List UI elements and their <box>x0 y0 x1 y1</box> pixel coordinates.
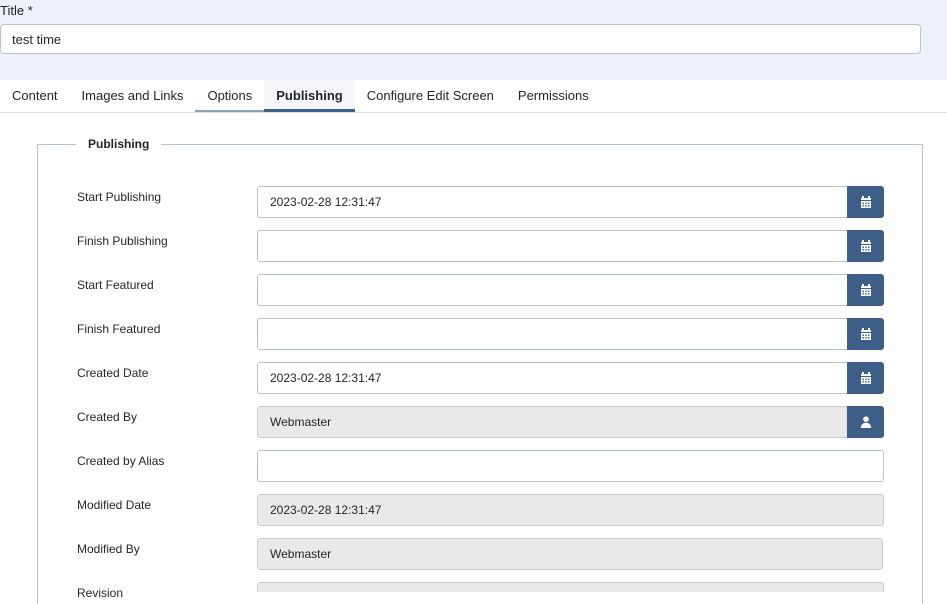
user-icon <box>860 416 871 428</box>
created-by-alias-label: Created by Alias <box>77 454 165 468</box>
finish-publishing-label: Finish Publishing <box>77 234 168 248</box>
created-date-calendar-button[interactable] <box>847 362 884 394</box>
finish-featured-input[interactable] <box>257 318 848 350</box>
title-input[interactable] <box>0 24 921 54</box>
start-publishing-calendar-button[interactable] <box>847 186 884 218</box>
tab-configure-edit-screen[interactable]: Configure Edit Screen <box>355 80 506 112</box>
created-by-alias-input[interactable] <box>257 450 884 482</box>
tab-permissions[interactable]: Permissions <box>506 80 601 112</box>
finish-featured-label: Finish Featured <box>77 322 161 336</box>
start-featured-input[interactable] <box>257 274 848 306</box>
calendar-icon <box>860 196 871 208</box>
tab-images-and-links[interactable]: Images and Links <box>70 80 196 112</box>
finish-publishing-input[interactable] <box>257 230 848 262</box>
created-date-label: Created Date <box>77 366 149 380</box>
tab-publishing[interactable]: Publishing <box>264 80 355 112</box>
created-by-label: Created By <box>77 410 138 424</box>
start-featured-calendar-button[interactable] <box>847 274 884 306</box>
finish-publishing-calendar-button[interactable] <box>847 230 884 262</box>
calendar-icon <box>860 240 871 252</box>
finish-featured-calendar-button[interactable] <box>847 318 884 350</box>
revision-input <box>257 582 884 592</box>
revision-label: Revision <box>77 586 124 600</box>
title-label: Title * <box>0 3 33 18</box>
calendar-icon <box>860 372 871 384</box>
tab-options[interactable]: Options <box>195 80 265 112</box>
modified-date-label: Modified Date <box>77 498 152 512</box>
select-user-button[interactable] <box>847 406 884 438</box>
start-featured-label: Start Featured <box>77 278 154 292</box>
start-publishing-input[interactable] <box>257 186 848 218</box>
modified-by-label: Modified By <box>77 542 140 556</box>
created-date-input[interactable] <box>257 362 848 394</box>
modified-by-input <box>257 538 883 570</box>
tab-content[interactable]: Content <box>0 80 70 112</box>
start-publishing-label: Start Publishing <box>77 190 162 204</box>
calendar-icon <box>860 284 871 296</box>
publishing-legend: Publishing <box>76 135 162 153</box>
tab-bar: Content Images and Links Options Publish… <box>0 80 947 113</box>
calendar-icon <box>860 328 871 340</box>
created-by-input <box>257 406 848 438</box>
modified-date-input <box>257 494 884 526</box>
